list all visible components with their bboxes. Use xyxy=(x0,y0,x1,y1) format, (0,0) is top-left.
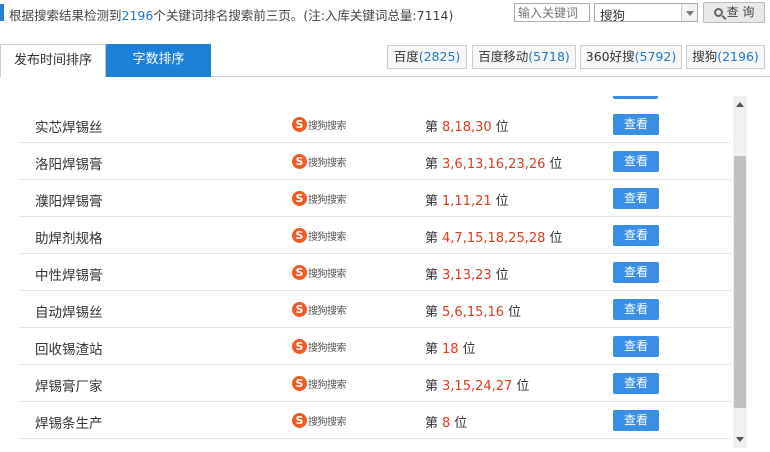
rank-text: 第 3,15,24,27 位 xyxy=(425,379,530,394)
rank-text: 第8位 xyxy=(425,416,468,431)
keyword-text: 焊锡膏厂家 xyxy=(35,379,103,395)
table-row: 焊锡条生产 S 搜狗搜索 第 8 位 查看 xyxy=(19,402,731,439)
view-button[interactable]: 查看 xyxy=(613,151,659,172)
table-row: 自动焊锡丝 S 搜狗搜索 第 5,6,15,16 位 查看 xyxy=(19,291,731,328)
engine-select-value: 搜狗 xyxy=(600,8,626,23)
keyword-text: 中性焊锡膏 xyxy=(35,268,103,284)
scroll-thumb[interactable] xyxy=(734,156,746,408)
rank-text: 第 1,11,21 位 xyxy=(425,194,509,209)
rank-positions: 8 xyxy=(442,416,451,431)
keyword-text: 助焊剂规格 xyxy=(35,231,103,247)
engine-select[interactable]: 搜狗 xyxy=(594,3,698,23)
keyword-text: 回收锡渣站 xyxy=(35,342,103,358)
view-button[interactable]: 查看 xyxy=(613,188,659,209)
query-button[interactable]: 查 询 xyxy=(703,2,765,23)
list-scrollbar[interactable] xyxy=(733,96,747,448)
table-row: 洛阳焊锡膏 S 搜狗搜索 第 3,6,13,16,23,26 位 查看 xyxy=(19,143,731,180)
rank-positions: 3,15,24,27 xyxy=(442,379,513,394)
sogou-logo-icon: S 搜狗搜索 xyxy=(292,117,347,133)
keyword-text: 自动焊锡丝 xyxy=(35,305,103,321)
tab-publish-time[interactable]: 发布时间排序 xyxy=(0,44,106,77)
view-button[interactable]: 查看 xyxy=(613,410,659,431)
summary-prefix: 根据搜索结果检测到 xyxy=(9,8,122,23)
rank-text: 第 5,6,15,16 位 xyxy=(425,305,522,320)
engine-name: 百度移动 xyxy=(478,49,529,64)
accent-bar xyxy=(0,4,4,21)
table-row: 中性焊锡膏 S 搜狗搜索 第 3,13,23 位 查看 xyxy=(19,254,731,291)
table-row: 焊锡膏厂家 S 搜狗搜索 第 3,15,24,27 位 查看 xyxy=(19,365,731,402)
rank-positions: 3,6,13,16,23,26 xyxy=(442,157,546,172)
sogou-logo-icon: S 搜狗搜索 xyxy=(292,154,347,170)
sogou-logo-icon: S 搜狗搜索 xyxy=(292,228,347,244)
rank-text: 第 18 位 xyxy=(425,342,476,357)
query-button-label: 查 询 xyxy=(726,5,755,19)
view-button[interactable]: 查看 xyxy=(613,299,659,320)
view-button-partial[interactable] xyxy=(613,96,658,99)
engine-tab-baidu-mobile[interactable]: 百度移动(5718) xyxy=(472,45,576,69)
rank-positions: 4,7,15,18,25,28 xyxy=(442,231,546,246)
view-button[interactable]: 查看 xyxy=(613,225,659,246)
rank-positions: 18 xyxy=(442,342,459,357)
scroll-down-arrow-icon[interactable] xyxy=(736,437,744,442)
view-button[interactable]: 查看 xyxy=(613,336,659,357)
keyword-list: 实芯焊锡丝 S 搜狗搜索第 8,18,30 位查看 洛阳焊锡膏 S 搜狗搜索第 3,6,13,1… xyxy=(0,90,733,452)
engine-tab-360[interactable]: 360好搜(5792) xyxy=(580,45,682,69)
tab-word-count[interactable]: 字数排序 xyxy=(106,44,211,77)
sogou-logo-icon: S 搜狗搜索 xyxy=(292,302,347,318)
engine-name: 百度 xyxy=(393,49,419,64)
scroll-up-arrow-icon[interactable] xyxy=(736,102,744,107)
view-button[interactable]: 查看 xyxy=(613,114,659,135)
sogou-logo-icon: S 搜狗搜索 xyxy=(292,191,347,207)
sogou-logo-icon: S 搜狗搜索 xyxy=(292,265,347,281)
view-button[interactable]: 查看 xyxy=(613,373,659,394)
rank-positions: 3,13,23 xyxy=(442,268,492,283)
sogou-logo-icon: S 搜狗搜索 xyxy=(292,376,347,392)
rank-text: 第 3,13,23 位 xyxy=(425,268,509,283)
engine-count: (5792) xyxy=(634,49,677,64)
keyword-search-input[interactable] xyxy=(514,3,590,22)
rank-positions: 8,18,30 xyxy=(442,120,492,135)
engine-name: 360好搜 xyxy=(585,49,635,64)
sogou-logo-icon: S 搜狗搜索 xyxy=(292,339,347,355)
view-button[interactable]: 查看 xyxy=(613,262,659,283)
engine-count: (2825) xyxy=(418,49,461,64)
keyword-text: 洛阳焊锡膏 xyxy=(35,157,103,173)
rank-positions: 5,6,15,16 xyxy=(442,305,505,320)
keyword-count: 2196 xyxy=(121,8,154,23)
keyword-text: 焊锡条生产 xyxy=(35,416,103,432)
table-row: 助焊剂规格 S 搜狗搜索 第 4,7,15,18,25,28 位 查看 xyxy=(19,217,731,254)
table-row: 实芯焊锡丝 S 搜狗搜索 第 8,18,30 位 查看 xyxy=(19,106,731,143)
rank-positions: 1,11,21 xyxy=(442,194,492,209)
engine-count: (2196) xyxy=(717,49,759,64)
summary-bar: 根据搜索结果检测到2196个关键词排名搜索前三页。(注:入库关键词总量:7114… xyxy=(0,0,770,26)
rank-text: 第 3,6,13,16,23,26 位 xyxy=(425,157,563,172)
search-icon xyxy=(713,8,723,17)
table-row: 濮阳焊锡膏 S 搜狗搜索 第 1,11,21 位 查看 xyxy=(19,180,731,217)
engine-name: 搜狗 xyxy=(692,49,718,64)
engine-tab-sogou[interactable]: 搜狗(2196) xyxy=(686,45,765,69)
summary-suffix: 个关键词排名搜索前三页。(注:入库关键词总量:7114) xyxy=(153,8,454,23)
rank-text: 第 4,7,15,18,25,28 位 xyxy=(425,231,563,246)
sogou-logo-icon: S 搜狗搜索 xyxy=(292,413,347,429)
table-row: 回收锡渣站 S 搜狗搜索 第 18 位 查看 xyxy=(19,328,731,365)
keyword-text: 濮阳焊锡膏 xyxy=(35,194,103,210)
summary-text: 根据搜索结果检测到2196个关键词排名搜索前三页。(注:入库关键词总量:7114… xyxy=(9,5,453,24)
engine-tab-baidu[interactable]: 百度(2825) xyxy=(387,45,467,69)
keyword-text: 实芯焊锡丝 xyxy=(35,120,103,136)
engine-count: (5718) xyxy=(528,49,570,64)
chevron-down-icon[interactable] xyxy=(681,4,697,21)
rank-text: 第 8,18,30 位 xyxy=(425,120,509,135)
